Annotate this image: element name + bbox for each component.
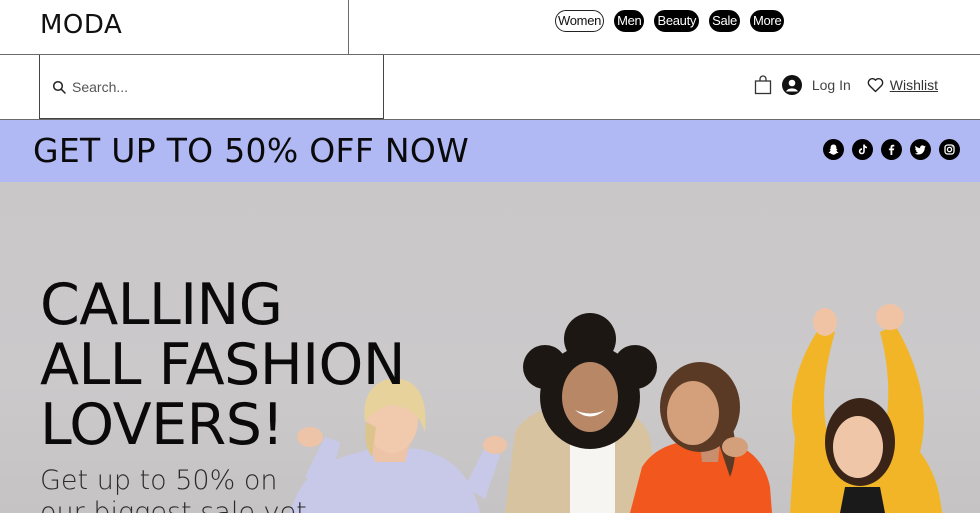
- hero-subtitle: Get up to 50% on our biggest sale yet: [40, 465, 307, 513]
- model-4: [790, 304, 942, 513]
- hero-subtitle-line-2: our biggest sale yet: [40, 497, 307, 513]
- snapchat-icon[interactable]: [823, 139, 844, 160]
- promo-text: GET UP TO 50% OFF NOW: [33, 131, 470, 170]
- hero-title-line-2: ALL FASHION: [40, 332, 406, 398]
- twitter-icon[interactable]: [910, 139, 931, 160]
- tiktok-icon[interactable]: [852, 139, 873, 160]
- social-links: [823, 139, 960, 160]
- nav-item-beauty[interactable]: Beauty: [654, 10, 700, 32]
- site-logo[interactable]: MODA: [40, 10, 122, 40]
- account-utilities: Log In Wishlist: [754, 75, 938, 95]
- search-input[interactable]: [72, 74, 352, 100]
- promo-banner: GET UP TO 50% OFF NOW: [0, 120, 980, 182]
- top-header: MODA Women Men Beauty Sale More: [0, 0, 980, 55]
- hero-title-line-1: CALLING: [40, 272, 283, 338]
- search-icon[interactable]: [52, 80, 66, 94]
- hero-title-line-3: LOVERS!: [40, 392, 284, 458]
- login-link[interactable]: Log In: [812, 77, 851, 93]
- instagram-icon[interactable]: [939, 139, 960, 160]
- wishlist-link[interactable]: Wishlist: [890, 77, 938, 93]
- model-3: [630, 362, 772, 513]
- nav-item-men[interactable]: Men: [614, 10, 645, 32]
- nav-item-women[interactable]: Women: [555, 10, 605, 32]
- user-avatar-icon[interactable]: [781, 75, 802, 95]
- hero-title: CALLING ALL FASHION LOVERS!: [40, 272, 406, 458]
- utility-bar: Log In Wishlist: [0, 55, 980, 120]
- search-box: [39, 55, 384, 119]
- shopping-bag-icon[interactable]: [754, 75, 772, 95]
- hero-subtitle-line-1: Get up to 50% on: [40, 465, 278, 496]
- facebook-icon[interactable]: [881, 139, 902, 160]
- nav-item-sale[interactable]: Sale: [709, 10, 740, 32]
- header-divider: [348, 0, 349, 54]
- heart-icon[interactable]: [867, 77, 884, 93]
- nav-item-more[interactable]: More: [749, 10, 785, 32]
- model-2: [505, 313, 660, 513]
- hero-section: CALLING ALL FASHION LOVERS! Get up to 50…: [0, 182, 980, 513]
- main-nav: Women Men Beauty Sale More: [555, 10, 785, 32]
